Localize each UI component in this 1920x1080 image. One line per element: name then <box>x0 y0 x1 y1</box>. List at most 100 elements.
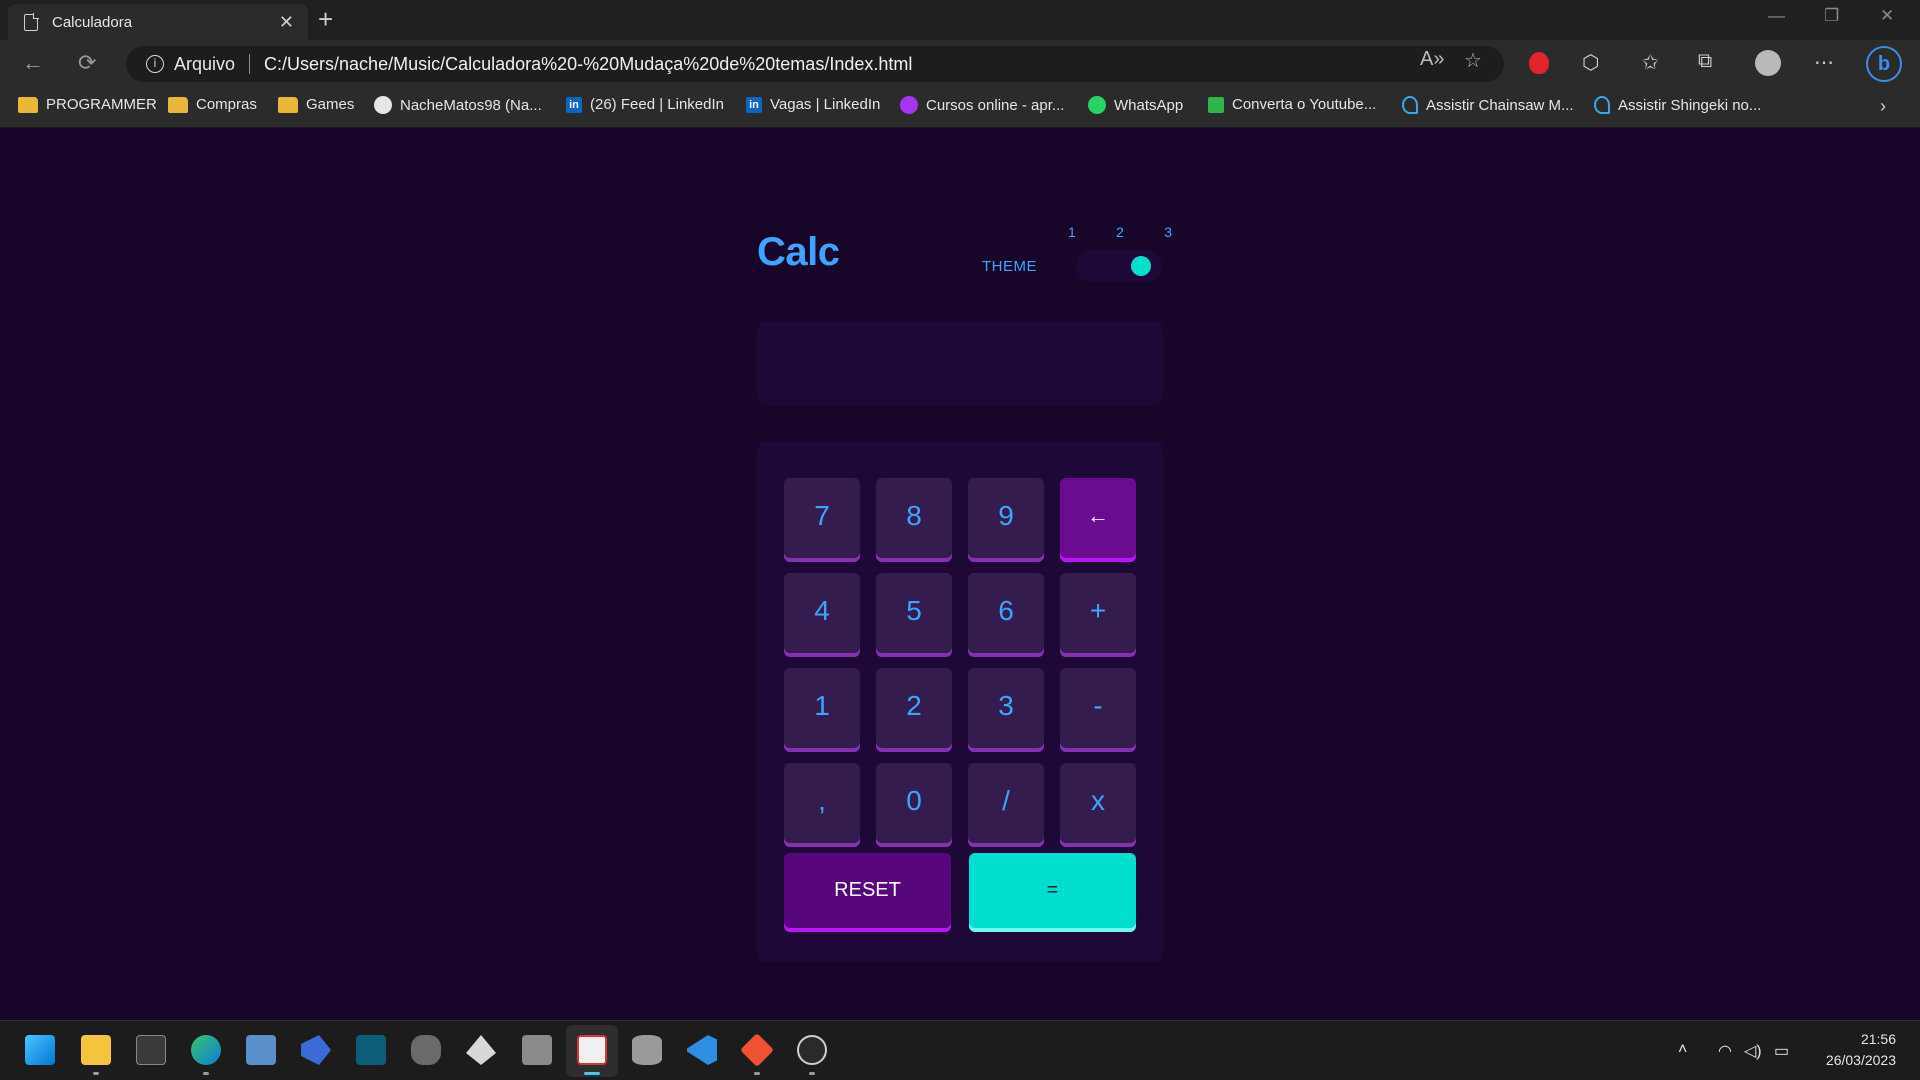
bookmark-label: Compras <box>196 96 257 113</box>
bookmark-label: PROGRAMMER <box>46 96 157 113</box>
key-3[interactable]: 3 <box>968 668 1044 748</box>
url-text[interactable]: C:/Users/nache/Music/Calculadora%20-%20M… <box>264 54 912 75</box>
theme-option-3[interactable]: 3 <box>1164 224 1172 240</box>
bookmark-label: WhatsApp <box>1114 96 1184 114</box>
close-tab-icon[interactable]: ✕ <box>279 12 294 33</box>
minus-button[interactable]: - <box>1060 668 1136 748</box>
bookmark-shingeki[interactable]: Assistir Shingeki no... <box>1594 96 1761 114</box>
download-icon <box>1208 96 1224 113</box>
running-indicator <box>93 1072 99 1075</box>
linkedin-icon: in <box>746 96 762 113</box>
game-icon[interactable] <box>411 1035 441 1065</box>
address-bar[interactable]: i Arquivo C:/Users/nache/Music/Calculado… <box>126 46 1504 82</box>
chevron-up-icon[interactable]: ˄ <box>1678 1041 1687 1059</box>
monitor-icon[interactable] <box>246 1035 276 1065</box>
running-indicator <box>754 1072 760 1075</box>
theme-option-2[interactable]: 2 <box>1116 224 1124 240</box>
key-2[interactable]: 2 <box>876 668 952 748</box>
key-1[interactable]: 1 <box>784 668 860 748</box>
back-icon[interactable]: ← <box>22 50 44 76</box>
key-9[interactable]: 9 <box>968 478 1044 558</box>
theme-toggle-knob[interactable] <box>1131 256 1151 276</box>
comma-button[interactable]: , <box>784 763 860 843</box>
running-indicator <box>809 1072 815 1075</box>
bookmark-label: Assistir Chainsaw M... <box>1426 96 1574 114</box>
backspace-button[interactable]: ← <box>1060 478 1136 558</box>
vscode-icon[interactable] <box>687 1035 717 1065</box>
info-icon[interactable]: i <box>146 55 164 73</box>
restore-icon[interactable]: ❐ <box>1824 6 1839 26</box>
bookmark-github[interactable]: NacheMatos98 (Na... <box>374 96 542 114</box>
more-icon[interactable]: ⋯ <box>1814 50 1834 75</box>
calculator-icon[interactable] <box>522 1035 552 1065</box>
bookmark-label: Vagas | LinkedIn <box>770 96 881 113</box>
key-8[interactable]: 8 <box>876 478 952 558</box>
new-tab-button[interactable]: + <box>318 6 333 32</box>
theme-label: THEME <box>982 258 1037 275</box>
system-clock[interactable]: 21:56 26/03/2023 <box>1826 1029 1896 1071</box>
read-aloud-icon[interactable]: A» <box>1420 48 1444 71</box>
adblock-icon[interactable] <box>1529 52 1549 74</box>
puzzle-icon[interactable]: ⬡ <box>1582 50 1599 75</box>
edge-icon[interactable] <box>191 1035 221 1065</box>
close-window-icon[interactable]: ✕ <box>1880 6 1894 26</box>
snipping-tool-icon[interactable] <box>577 1035 607 1065</box>
address-separator <box>249 54 251 74</box>
bing-icon[interactable]: b <box>1866 46 1902 82</box>
wifi-icon[interactable]: ◠ <box>1718 1041 1732 1061</box>
udemy-icon <box>900 96 918 114</box>
bookmark-whatsapp[interactable]: WhatsApp <box>1088 96 1183 114</box>
calculator-title: Calc <box>757 230 840 274</box>
refresh-icon[interactable]: ⟳ <box>78 50 96 76</box>
bookmark-youtube-converter[interactable]: Converta o Youtube... <box>1208 96 1376 113</box>
folder-icon <box>168 96 188 113</box>
bookmark-label: Cursos online - apr... <box>926 96 1065 114</box>
anime-site-icon <box>1594 96 1610 114</box>
favorites-icon[interactable]: ✩ <box>1642 50 1659 75</box>
divide-button[interactable]: / <box>968 763 1044 843</box>
volume-icon[interactable]: ◁) <box>1744 1041 1762 1061</box>
key-7[interactable]: 7 <box>784 478 860 558</box>
battery-icon[interactable]: ▭ <box>1774 1041 1789 1061</box>
whatsapp-icon <box>1088 96 1106 114</box>
key-4[interactable]: 4 <box>784 573 860 653</box>
windows-start-icon[interactable] <box>25 1035 55 1065</box>
collections-icon[interactable]: ⧉ <box>1698 50 1712 73</box>
profile-icon[interactable] <box>1755 50 1781 76</box>
bookmark-programmer[interactable]: PROGRAMMER <box>18 96 157 113</box>
tab-title: Calculadora <box>52 13 133 31</box>
theme-option-1[interactable]: 1 <box>1068 224 1076 240</box>
equals-button[interactable]: = <box>969 853 1136 928</box>
add-favorite-icon[interactable]: ☆ <box>1464 48 1482 73</box>
chevron-right-icon[interactable]: › <box>1880 96 1886 117</box>
database-icon[interactable] <box>632 1035 662 1065</box>
key-5[interactable]: 5 <box>876 573 952 653</box>
azure-data-studio-icon[interactable] <box>301 1035 331 1065</box>
file-explorer-icon[interactable] <box>81 1035 111 1065</box>
bookmark-udemy[interactable]: Cursos online - apr... <box>900 96 1064 114</box>
reset-button[interactable]: RESET <box>784 853 951 928</box>
bookmark-linkedin-jobs[interactable]: in Vagas | LinkedIn <box>746 96 880 113</box>
key-6[interactable]: 6 <box>968 573 1044 653</box>
inkscape-icon[interactable] <box>466 1035 496 1065</box>
folder-icon <box>278 96 298 113</box>
bookmark-chainsaw[interactable]: Assistir Chainsaw M... <box>1402 96 1574 114</box>
obs-icon[interactable] <box>797 1035 827 1065</box>
plus-button[interactable]: + <box>1060 573 1136 653</box>
intellij-icon[interactable] <box>356 1035 386 1065</box>
git-icon[interactable] <box>740 1033 774 1067</box>
clock-time: 21:56 <box>1860 1031 1896 1047</box>
minimize-icon[interactable]: — <box>1768 6 1785 26</box>
key-0[interactable]: 0 <box>876 763 952 843</box>
browser-tab[interactable]: Calculadora ✕ <box>8 4 308 40</box>
linkedin-icon: in <box>566 96 582 113</box>
bookmark-linkedin-feed[interactable]: in (26) Feed | LinkedIn <box>566 96 724 113</box>
active-indicator <box>584 1072 600 1075</box>
bookmark-games[interactable]: Games <box>278 96 354 113</box>
site-info-label[interactable]: Arquivo <box>174 54 235 75</box>
multiply-button[interactable]: x <box>1060 763 1136 843</box>
bookmark-compras[interactable]: Compras <box>168 96 257 113</box>
bookmark-label: Games <box>306 96 355 113</box>
bookmark-label: NacheMatos98 (Na... <box>400 96 542 114</box>
terminal-icon[interactable] <box>136 1035 166 1065</box>
